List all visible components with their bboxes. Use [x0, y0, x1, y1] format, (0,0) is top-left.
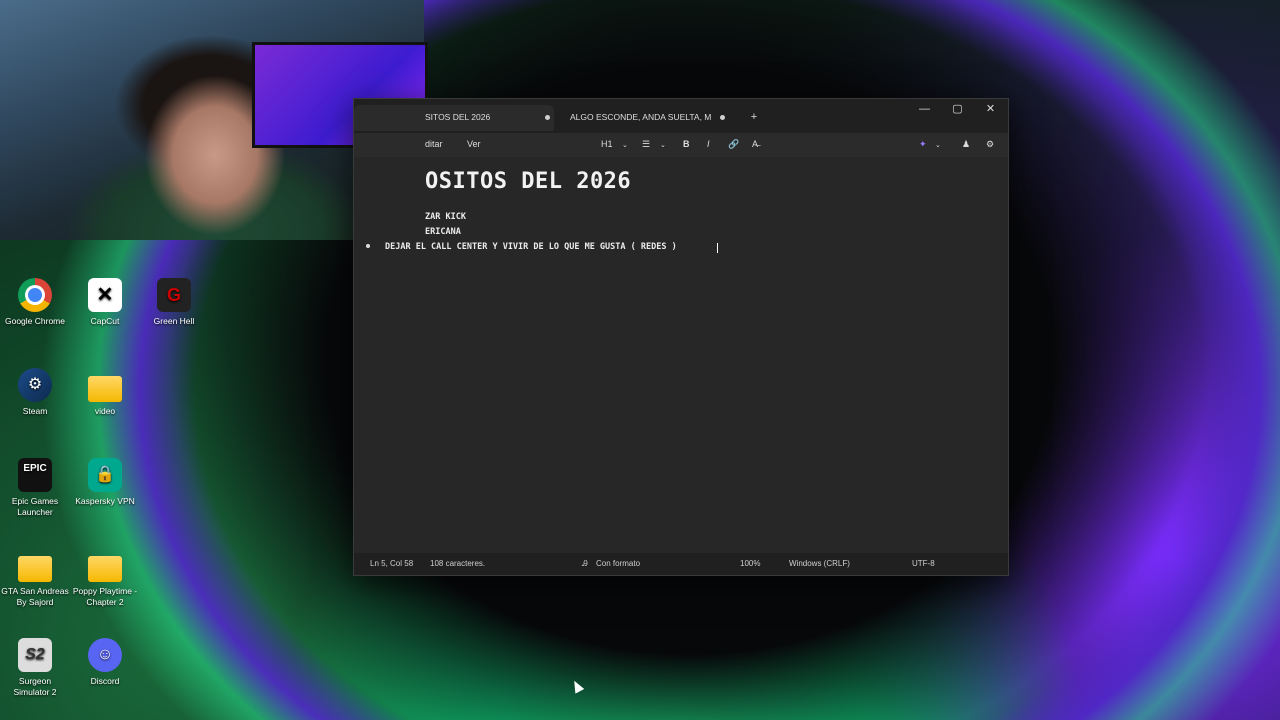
zoom-level[interactable]: 100%: [740, 559, 760, 568]
list-item: DEJAR EL CALL CENTER Y VIVIR DE LO QUE M…: [354, 242, 1008, 256]
kaspersky-vpn-icon: 🔒: [88, 458, 122, 492]
desktop-icon-surgeon-simulator[interactable]: S2 Surgeon Simulator 2: [1, 638, 69, 698]
title-bar: SITOS DEL 2026 ALGO ESCONDE, ANDA SUELTA…: [354, 99, 1008, 133]
unsaved-dot-icon: [720, 115, 725, 120]
desktop-icon-kaspersky-vpn[interactable]: 🔒 Kaspersky VPN: [71, 458, 139, 507]
desktop-icon-label: Poppy Playtime - Chapter 2: [72, 586, 138, 607]
desktop-icon-google-chrome[interactable]: Google Chrome: [1, 278, 69, 327]
text-caret: [717, 243, 718, 253]
copilot-icon[interactable]: ✦: [919, 139, 927, 150]
menu-bar: ditar Ver H1 ⌄ ☰ ⌄ B I 🔗 A̶ ✦ ⌄ ♟ ⚙: [354, 133, 1008, 157]
text-editor[interactable]: OSITOS DEL 2026 ZAR KICK ERICANA DEJAR E…: [354, 157, 1008, 551]
list-icon[interactable]: ☰: [642, 139, 650, 150]
folder-icon: [18, 556, 52, 582]
folder-icon: [88, 556, 122, 582]
chevron-down-icon: ⌄: [622, 142, 628, 149]
maximize-button[interactable]: ▢: [941, 99, 974, 121]
tab-active[interactable]: SITOS DEL 2026: [354, 105, 554, 131]
chevron-down-icon: ⌄: [935, 142, 941, 149]
desktop-icon-label: Surgeon Simulator 2: [13, 676, 57, 697]
desktop-icon-label: Kaspersky VPN: [75, 496, 135, 506]
steam-icon: ⚙: [18, 368, 52, 402]
tab-second[interactable]: ALGO ESCONDE, ANDA SUELTA, MIR: [566, 105, 736, 131]
mouse-pointer-icon: [569, 678, 585, 694]
desktop-icon-label: Discord: [90, 676, 120, 686]
close-button[interactable]: ✕: [974, 99, 1007, 121]
chevron-down-icon: ⌄: [660, 142, 666, 149]
desktop-icon-label: Steam: [22, 406, 48, 416]
encoding[interactable]: UTF-8: [912, 559, 935, 568]
desktop-icon-label: video: [94, 406, 116, 416]
desktop-icon-capcut[interactable]: ✕ CapCut: [71, 278, 139, 327]
clear-formatting-icon[interactable]: A̶: [752, 139, 758, 149]
cursor-position: Ln 5, Col 58: [370, 559, 414, 568]
desktop-icon-poppy-folder[interactable]: Poppy Playtime - Chapter 2: [71, 548, 139, 608]
unsaved-dot-icon: [545, 115, 550, 120]
desktop-icon-video-folder[interactable]: video: [71, 368, 139, 417]
tab-title: ALGO ESCONDE, ANDA SUELTA, MIR: [570, 112, 712, 122]
account-icon[interactable]: ♟: [962, 139, 970, 150]
document-line-1: ZAR KICK: [425, 212, 466, 222]
desktop-icon-label: CapCut: [90, 316, 120, 326]
format-mode[interactable]: Con formato: [596, 559, 640, 568]
desktop-icon-label: Epic Games Launcher: [11, 496, 59, 517]
link-icon[interactable]: 🔗: [728, 139, 739, 150]
new-tab-button[interactable]: +: [744, 107, 764, 129]
desktop-icon-label: GTA San Andreas By Sajord: [1, 586, 69, 607]
desktop-icon-green-hell[interactable]: G Green Hell: [140, 278, 208, 327]
character-count: 108 caracteres.: [430, 559, 486, 568]
document-heading: OSITOS DEL 2026: [425, 169, 632, 194]
capcut-icon: ✕: [88, 278, 122, 312]
folder-icon: [88, 376, 122, 402]
desktop-icon-label: Green Hell: [153, 316, 195, 326]
desktop-icon-gta-folder[interactable]: GTA San Andreas By Sajord: [1, 548, 69, 608]
chrome-icon: [18, 278, 52, 312]
green-hell-icon: G: [157, 278, 191, 312]
epic-games-icon: EPIC: [18, 458, 52, 492]
bold-button[interactable]: B: [683, 139, 690, 149]
document-line-3: DEJAR EL CALL CENTER Y VIVIR DE LO QUE M…: [385, 242, 677, 252]
tab-title: SITOS DEL 2026: [425, 112, 491, 122]
heading-dropdown[interactable]: H1: [601, 139, 613, 149]
notepad-window: SITOS DEL 2026 ALGO ESCONDE, ANDA SUELTA…: [353, 98, 1009, 576]
bullet-icon: [366, 244, 370, 248]
status-bar: Ln 5, Col 58 108 caracteres. Ꭿ Con forma…: [354, 553, 1008, 575]
minimize-button[interactable]: —: [908, 99, 941, 121]
surgeon-simulator-icon: S2: [18, 638, 52, 672]
desktop-icon-epic-games[interactable]: EPIC Epic Games Launcher: [1, 458, 69, 518]
settings-icon[interactable]: ⚙: [986, 139, 994, 150]
discord-icon: ☺: [88, 638, 122, 672]
format-icon: Ꭿ: [582, 559, 588, 568]
desktop-icon-steam[interactable]: ⚙ Steam: [1, 368, 69, 417]
italic-button[interactable]: I: [707, 139, 710, 149]
line-ending[interactable]: Windows (CRLF): [789, 559, 850, 568]
menu-edit[interactable]: ditar: [425, 139, 443, 149]
document-line-2: ERICANA: [425, 227, 461, 237]
desktop-icon-discord[interactable]: ☺ Discord: [71, 638, 139, 687]
desktop-icon-label: Google Chrome: [4, 316, 65, 326]
menu-view[interactable]: Ver: [467, 139, 481, 149]
